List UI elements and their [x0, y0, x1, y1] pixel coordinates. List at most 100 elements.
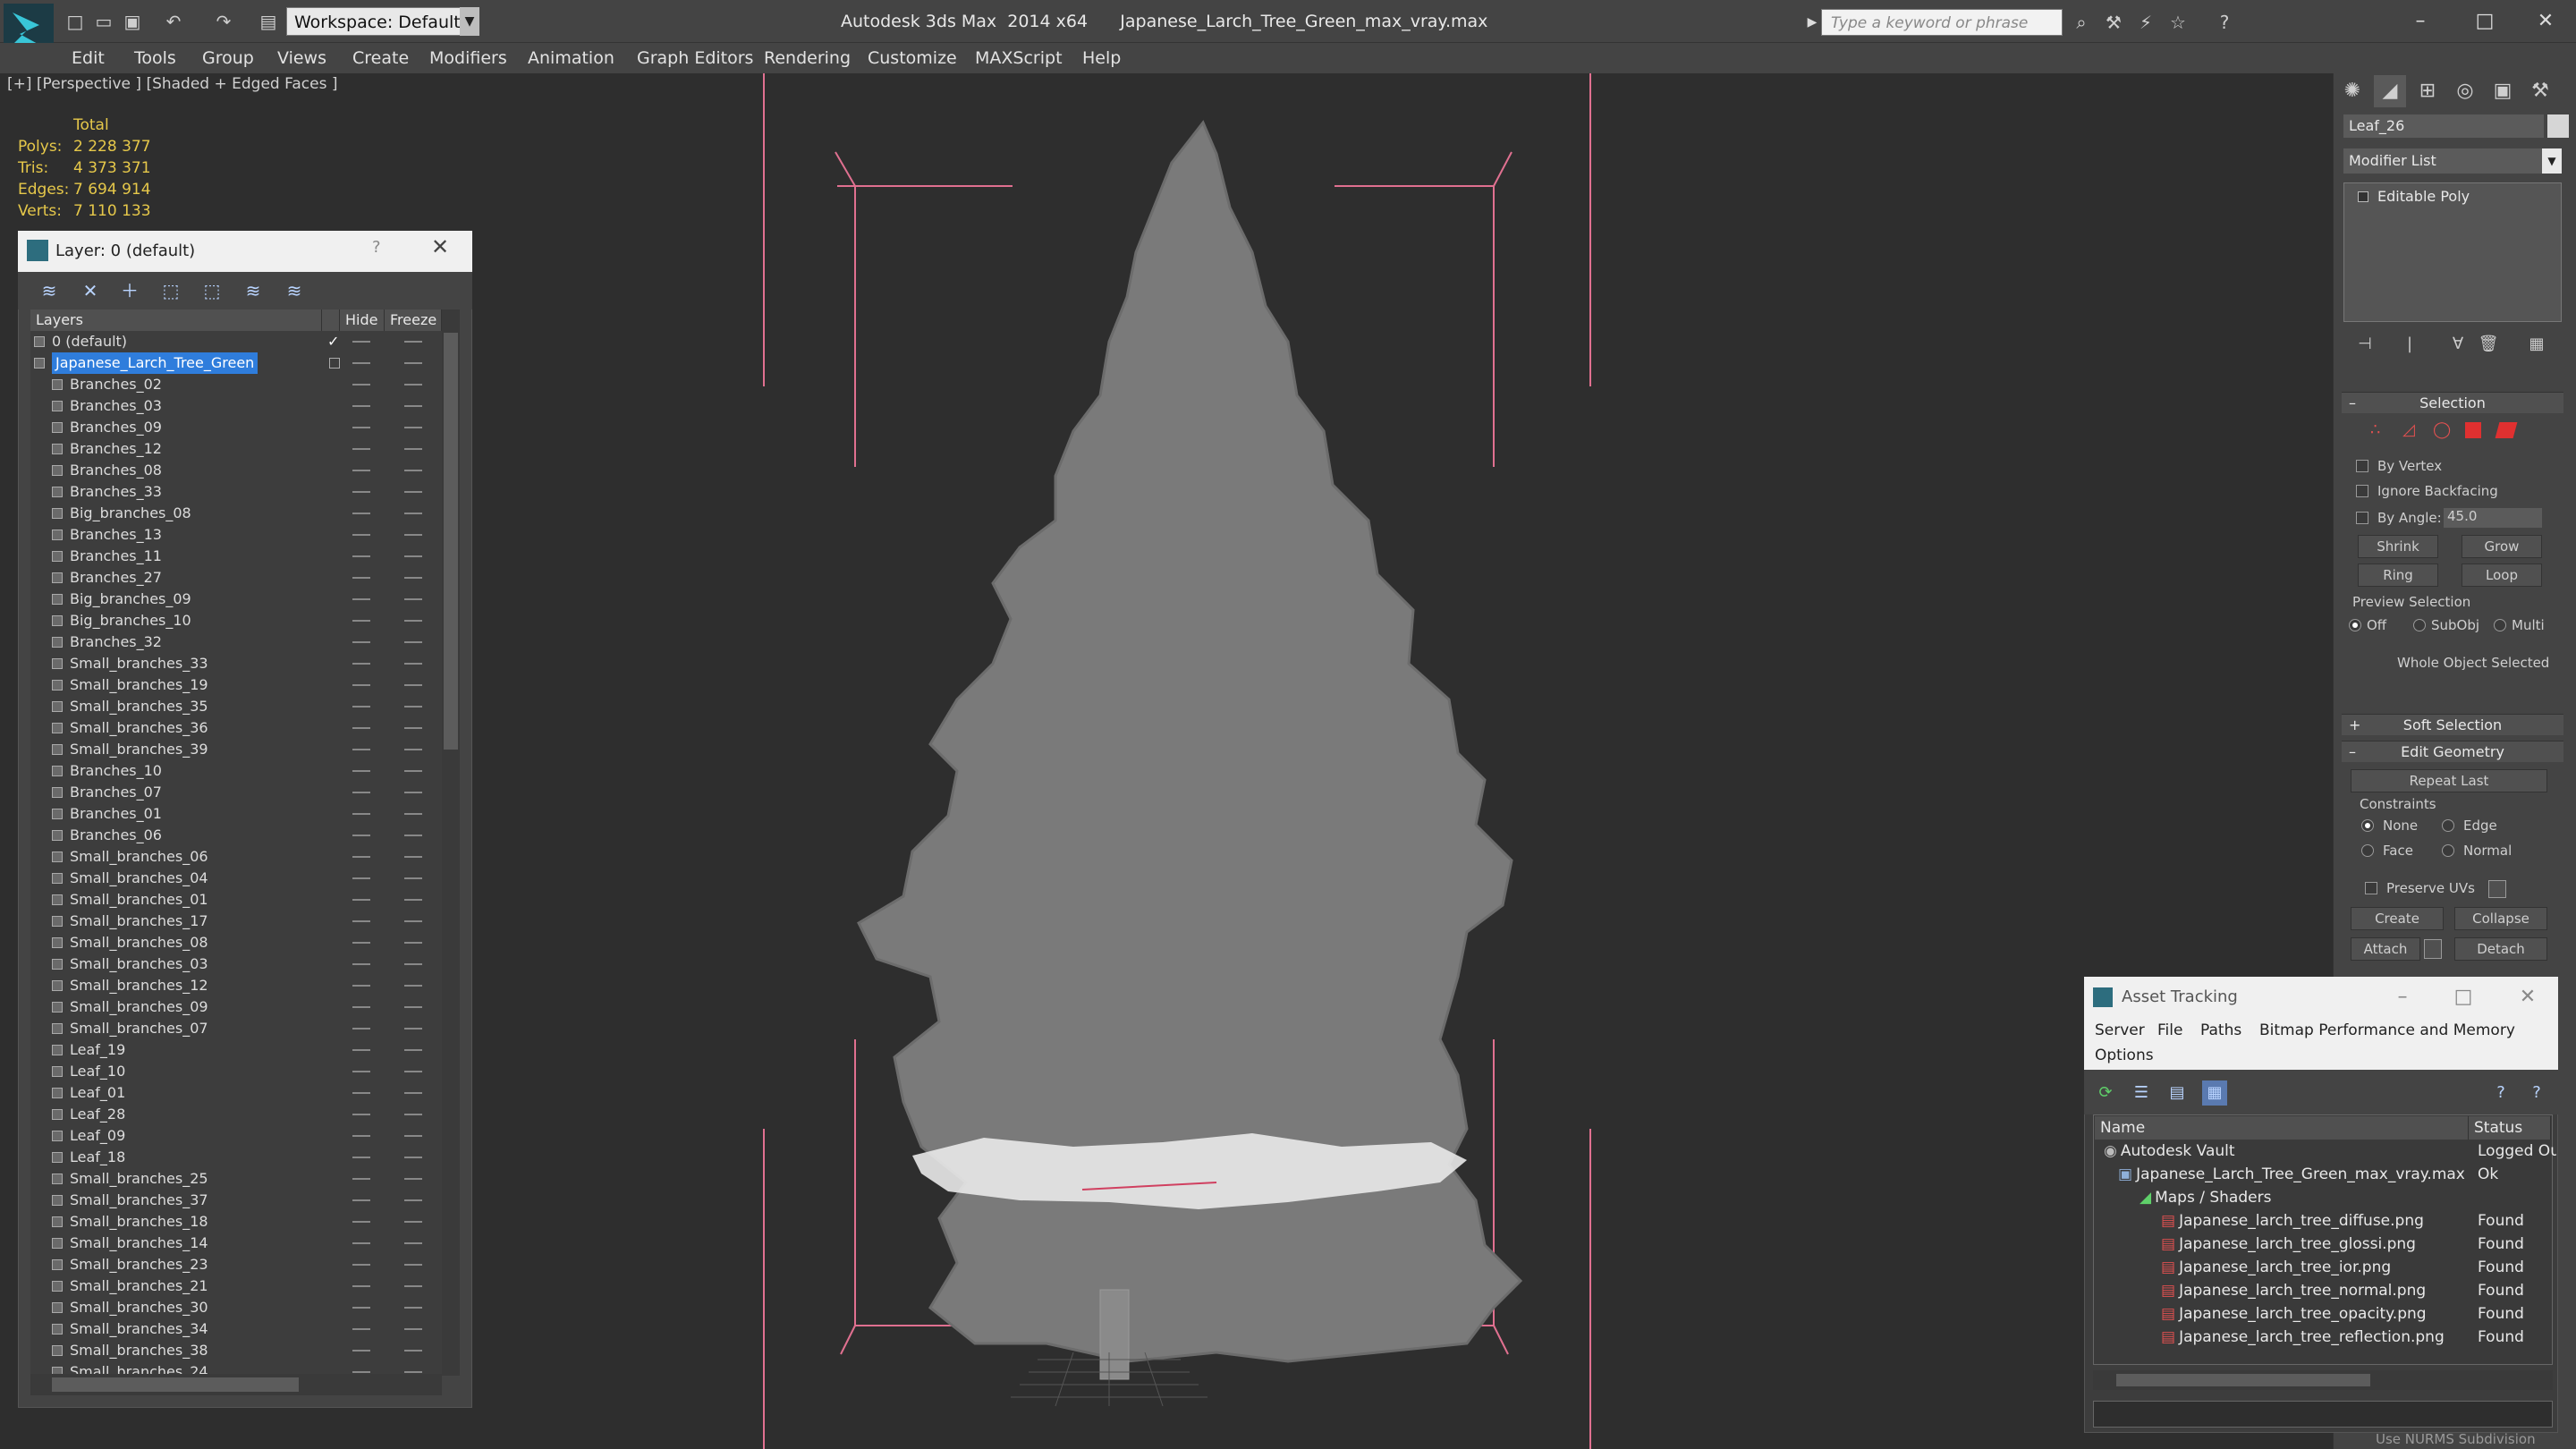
border-mode-icon[interactable]: ◯ [2433, 420, 2451, 439]
search-expand-icon[interactable]: ▶ [1803, 9, 1821, 36]
help-icon[interactable]: ? [372, 238, 381, 257]
stack-item-editable-poly[interactable]: Editable Poly [2377, 188, 2470, 205]
layer-row[interactable]: Branches_10 [30, 760, 442, 782]
layer-row[interactable]: Branches_06 [30, 825, 442, 846]
hide-toggle[interactable] [352, 985, 370, 987]
hide-toggle[interactable] [352, 942, 370, 944]
project-folder-icon[interactable]: ▤ [256, 9, 281, 34]
layer-row[interactable]: Small_branches_30 [30, 1297, 442, 1318]
utilities-tab-icon[interactable]: ⚒ [2524, 75, 2556, 107]
layer-row[interactable]: Branches_33 [30, 481, 442, 503]
freeze-toggle[interactable] [404, 942, 422, 944]
freeze-toggle[interactable] [404, 835, 422, 836]
column-name[interactable]: Name [2095, 1116, 2469, 1140]
hide-toggle[interactable] [352, 856, 370, 858]
hide-toggle[interactable] [352, 513, 370, 514]
asset-row[interactable]: ▤ Japanese_larch_tree_ior.png [2161, 1256, 2391, 1279]
polygon-mode-icon[interactable] [2465, 422, 2481, 438]
current-layer-check-icon[interactable]: ✓ [327, 331, 339, 352]
hide-toggle[interactable] [352, 727, 370, 729]
freeze-toggle[interactable] [404, 1371, 422, 1373]
layer-row[interactable]: Small_branches_04 [30, 868, 442, 889]
motion-tab-icon[interactable]: ◎ [2449, 75, 2481, 107]
layer-scroll-thumb[interactable] [444, 333, 458, 750]
layers-icon[interactable]: ≋ [36, 277, 63, 304]
hide-toggle[interactable] [352, 405, 370, 407]
list-view-icon[interactable]: ☰ [2129, 1080, 2154, 1106]
hide-toggle[interactable] [352, 835, 370, 836]
layer-row[interactable]: Branches_27 [30, 567, 442, 589]
layer-row[interactable]: Branches_07 [30, 782, 442, 803]
rollout-soft-selection[interactable]: + Soft Selection [2342, 714, 2563, 735]
hide-toggle[interactable] [352, 1328, 370, 1330]
constraint-edge-radio[interactable] [2442, 819, 2454, 832]
menu-rendering[interactable]: Rendering [764, 43, 851, 73]
close-icon[interactable]: ✕ [2519, 4, 2572, 39]
show-end-result-icon[interactable]: | [2397, 333, 2422, 356]
freeze-toggle[interactable] [404, 770, 422, 772]
shrink-button[interactable]: Shrink [2358, 535, 2438, 558]
freeze-toggle[interactable] [404, 534, 422, 536]
asset-row[interactable]: ▤ Japanese_larch_tree_glossi.png [2161, 1233, 2416, 1256]
hide-toggle[interactable] [352, 684, 370, 686]
hide-toggle[interactable] [352, 770, 370, 772]
preview-subobj-radio[interactable] [2413, 619, 2426, 631]
hide-toggle[interactable] [352, 641, 370, 643]
delete-layer-icon[interactable]: ✕ [77, 277, 104, 304]
freeze-toggle[interactable] [404, 1028, 422, 1030]
constraint-none-radio[interactable] [2361, 819, 2374, 832]
layer-row[interactable]: Branches_01 [30, 803, 442, 825]
freeze-toggle[interactable] [404, 641, 422, 643]
layer-row[interactable]: Branches_11 [30, 546, 442, 567]
freeze-toggle[interactable] [404, 577, 422, 579]
hide-toggle[interactable] [352, 1178, 370, 1180]
column-layers[interactable]: Layers [30, 309, 322, 331]
freeze-toggle[interactable] [404, 899, 422, 901]
asset-menu-options[interactable]: Options [2095, 1046, 2154, 1064]
layer-row[interactable]: Small_branches_37 [30, 1190, 442, 1211]
hide-toggle[interactable] [352, 1028, 370, 1030]
redo-icon[interactable]: ↷ [211, 9, 236, 34]
freeze-toggle[interactable] [404, 620, 422, 622]
constraint-normal-radio[interactable] [2442, 844, 2454, 857]
viewport-label[interactable]: [+] [Perspective ] [Shaded + Edged Faces… [7, 75, 337, 93]
hide-toggle[interactable] [352, 1092, 370, 1094]
open-file-icon[interactable]: ▭ [91, 9, 116, 34]
refresh-icon[interactable]: ⟳ [2093, 1080, 2118, 1106]
chevron-down-icon[interactable]: ▼ [460, 7, 479, 36]
freeze-toggle[interactable] [404, 1092, 422, 1094]
asset-row[interactable]: ▤ Japanese_larch_tree_reflection.png [2161, 1326, 2445, 1349]
workspace-dropdown[interactable]: Workspace: Default [286, 7, 479, 36]
layer-row[interactable]: Branches_02 [30, 374, 442, 395]
layer-row[interactable]: Small_branches_24 [30, 1361, 442, 1374]
preserve-uvs-settings-icon[interactable] [2488, 880, 2506, 898]
layer-row[interactable]: Japanese_Larch_Tree_Green [30, 352, 442, 374]
freeze-toggle[interactable] [404, 470, 422, 471]
freeze-toggle[interactable] [404, 1178, 422, 1180]
hierarchy-tab-icon[interactable]: ⊞ [2411, 75, 2444, 107]
layer-row[interactable]: Branches_12 [30, 438, 442, 460]
layer-row[interactable]: Small_branches_35 [30, 696, 442, 717]
menu-graph-editors[interactable]: Graph Editors [637, 43, 753, 73]
freeze-toggle[interactable] [404, 1199, 422, 1201]
angle-spinner-input[interactable]: 45.0 [2444, 508, 2542, 528]
rollout-edit-geometry[interactable]: – Edit Geometry [2342, 741, 2563, 762]
menu-edit[interactable]: Edit [72, 43, 105, 73]
freeze-toggle[interactable] [404, 1114, 422, 1115]
layer-row[interactable]: Small_branches_12 [30, 975, 442, 996]
freeze-toggle[interactable] [404, 684, 422, 686]
modify-tab-icon[interactable]: ◢ [2374, 75, 2406, 107]
asset-row[interactable]: ▤ Japanese_larch_tree_diffuse.png [2161, 1209, 2424, 1233]
layer-row[interactable]: Small_branches_17 [30, 911, 442, 932]
hide-toggle[interactable] [352, 792, 370, 793]
rollout-selection[interactable]: – Selection [2342, 392, 2563, 413]
modifier-list-dropdown[interactable]: Modifier List [2343, 148, 2562, 174]
freeze-toggle[interactable] [404, 1242, 422, 1244]
hide-toggle[interactable] [352, 1371, 370, 1373]
menu-group[interactable]: Group [202, 43, 254, 73]
table-view-icon[interactable]: ▦ [2202, 1080, 2227, 1106]
object-name-field[interactable]: Leaf_26 [2343, 114, 2544, 138]
hide-toggle[interactable] [352, 963, 370, 965]
preserve-uvs-checkbox[interactable] [2365, 882, 2377, 894]
help-icon[interactable]: ? [2488, 1080, 2513, 1106]
